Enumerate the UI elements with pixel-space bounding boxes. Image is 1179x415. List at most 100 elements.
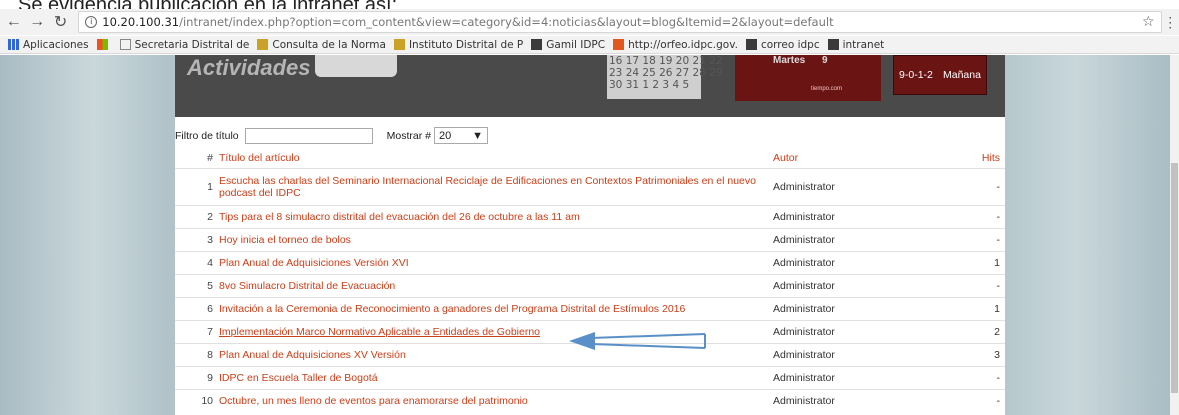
bookmark-orfeo[interactable]: http://orfeo.idpc.gov.: [613, 39, 738, 51]
page-icon: [119, 39, 131, 50]
bookmarks-bar: Aplicaciones Secretaria Distrital de Con…: [0, 36, 1179, 54]
bookmark-label: Secretaria Distrital de: [134, 38, 250, 51]
row-author: Administrator: [773, 296, 955, 320]
page-scrollbar[interactable]: [1170, 55, 1179, 415]
bookmark-secretaria[interactable]: Secretaria Distrital de: [119, 38, 250, 51]
header-num[interactable]: #: [175, 149, 219, 168]
table-row: 9 IDPC en Escuela Taller de Bogotá Admin…: [175, 365, 1005, 389]
bookmark-star-icon[interactable]: ☆: [1142, 14, 1155, 30]
row-num: 5: [175, 273, 219, 297]
header-title[interactable]: Título del artículo: [219, 149, 773, 168]
row-hits: -: [955, 388, 1005, 412]
article-link[interactable]: Escucha las charlas del Seminario Intern…: [219, 175, 756, 199]
weather-source: tiempo.com: [811, 86, 843, 92]
site-icon: [393, 39, 405, 50]
row-author: Administrator: [773, 319, 955, 343]
row-hits: 1: [955, 250, 1005, 274]
scrollbar-thumb[interactable]: [1171, 163, 1178, 393]
row-hits: -: [955, 167, 1005, 205]
row-author: Administrator: [773, 342, 955, 366]
forward-icon[interactable]: →: [27, 13, 46, 31]
table-row: 10 Octubre, un mes lleno de eventos para…: [175, 388, 1005, 412]
windows-icon: [96, 39, 108, 50]
show-count-select[interactable]: 20 ▼: [433, 127, 488, 144]
article-link[interactable]: Hoy inicia el torneo de bolos: [219, 234, 351, 246]
site-icon: [745, 39, 757, 50]
activities-title: Actividades: [187, 55, 311, 80]
article-link-highlighted[interactable]: Implementación Marco Normativo Aplicable…: [219, 326, 540, 338]
row-num: 1: [175, 167, 219, 205]
table-row: 3 Hoy inicia el torneo de bolos Administ…: [175, 227, 1005, 251]
bookmark-instituto[interactable]: Instituto Distrital de P: [393, 39, 523, 51]
header-author[interactable]: Autor: [773, 149, 955, 168]
row-title-cell: 8vo Simulacro Distrital de Evacuación: [219, 273, 773, 297]
calendar-row[interactable]: 23 24 25 26 27 28 29: [609, 67, 723, 79]
weather-day: Martes: [773, 55, 806, 66]
reload-icon[interactable]: ↻: [51, 12, 70, 32]
article-link[interactable]: Invitación a la Ceremonia de Reconocimie…: [219, 303, 685, 315]
bookmark-consulta[interactable]: Consulta de la Norma: [257, 39, 386, 51]
weather-widget[interactable]: Martes 9 tiempo.com: [735, 55, 881, 101]
browser-menu-icon[interactable]: ⋮: [1162, 14, 1179, 31]
table-header-row: # Título del artículo Autor Hits: [175, 149, 1005, 168]
bookmark-windows[interactable]: [96, 39, 112, 50]
page-viewport: Actividades 16 17 18 19 20 21 22 23 24 2…: [0, 55, 1170, 415]
article-link[interactable]: 8vo Simulacro Distrital de Evacuación: [219, 280, 395, 292]
row-title-cell: Invitación a la Ceremonia de Reconocimie…: [219, 296, 773, 320]
article-link[interactable]: Plan Anual de Adquisiciones XV Versión: [219, 349, 406, 361]
filter-label: Filtro de título: [175, 129, 239, 142]
article-link[interactable]: Tips para el 8 simulacro distrital del e…: [219, 211, 580, 223]
site-icon: [531, 39, 543, 50]
row-num: 4: [175, 250, 219, 274]
row-num: 6: [175, 296, 219, 320]
address-bar[interactable]: i 10.20.100.31 /intranet/index.php?optio…: [78, 11, 1162, 33]
info-icon[interactable]: i: [85, 16, 98, 28]
article-link[interactable]: IDPC en Escuela Taller de Bogotá: [219, 372, 378, 384]
row-author: Administrator: [773, 227, 955, 251]
mini-calendar: 16 17 18 19 20 21 22 23 24 25 26 27 28 2…: [607, 55, 723, 99]
bookmark-apps[interactable]: Aplicaciones: [8, 39, 89, 51]
bookmark-label: correo idpc: [760, 38, 820, 51]
article-link[interactable]: Octubre, un mes lleno de eventos para en…: [219, 395, 528, 407]
row-title-cell: Plan Anual de Adquisiciones Versión XVI: [219, 250, 773, 274]
browser-toolbar: ← → ↻ i 10.20.100.31 /intranet/index.php…: [0, 9, 1179, 35]
bookmark-label: Gamil IDPC: [546, 38, 606, 51]
forecast-hours: 9-0-1-2: [899, 69, 933, 81]
site-header: Actividades 16 17 18 19 20 21 22 23 24 2…: [175, 55, 1005, 117]
url-path: /intranet/index.php?option=com_content&v…: [179, 15, 834, 29]
bookmark-gamil[interactable]: Gamil IDPC: [531, 39, 605, 51]
url-host: 10.20.100.31: [102, 15, 180, 29]
header-hits[interactable]: Hits: [955, 149, 1005, 168]
chevron-down-icon: ▼: [472, 129, 483, 142]
row-num: 8: [175, 342, 219, 366]
back-icon[interactable]: ←: [4, 13, 23, 31]
forecast-label: Mañana: [943, 69, 981, 81]
row-title-cell: Escucha las charlas del Seminario Intern…: [219, 167, 773, 205]
show-label: Mostrar #: [386, 129, 431, 142]
site-icon: [257, 39, 269, 50]
article-link[interactable]: Plan Anual de Adquisiciones Versión XVI: [219, 257, 409, 269]
row-title-cell: Tips para el 8 simulacro distrital del e…: [219, 204, 773, 228]
annotation-arrow-icon: [569, 332, 706, 350]
title-filter-input[interactable]: [244, 127, 373, 144]
row-hits: 1: [955, 296, 1005, 320]
row-author: Administrator: [773, 365, 955, 389]
bookmark-label: http://orfeo.idpc.gov.: [628, 38, 738, 51]
calendar-row: 16 17 18 19 20 21 22: [609, 55, 723, 67]
row-author: Administrator: [773, 273, 955, 297]
row-title-cell: Hoy inicia el torneo de bolos: [219, 227, 773, 251]
bookmark-intranet[interactable]: intranet: [827, 38, 885, 51]
article-list-panel: Filtro de título Mostrar # 20 ▼ # Título…: [175, 117, 1005, 415]
show-count-value: 20: [438, 129, 452, 142]
articles-table: # Título del artículo Autor Hits 1 Escuc…: [175, 149, 1005, 412]
table-row: 1 Escucha las charlas del Seminario Inte…: [175, 167, 1005, 205]
row-hits: -: [955, 204, 1005, 228]
bookmark-correo[interactable]: correo idpc: [745, 38, 820, 51]
bookmark-label: intranet: [842, 38, 885, 51]
weather-temp: 9: [822, 55, 828, 66]
row-hits: -: [955, 227, 1005, 251]
table-row: 4 Plan Anual de Adquisiciones Versión XV…: [175, 250, 1005, 274]
row-num: 7: [175, 319, 219, 343]
orfeo-icon: [613, 39, 625, 50]
row-num: 9: [175, 365, 219, 389]
